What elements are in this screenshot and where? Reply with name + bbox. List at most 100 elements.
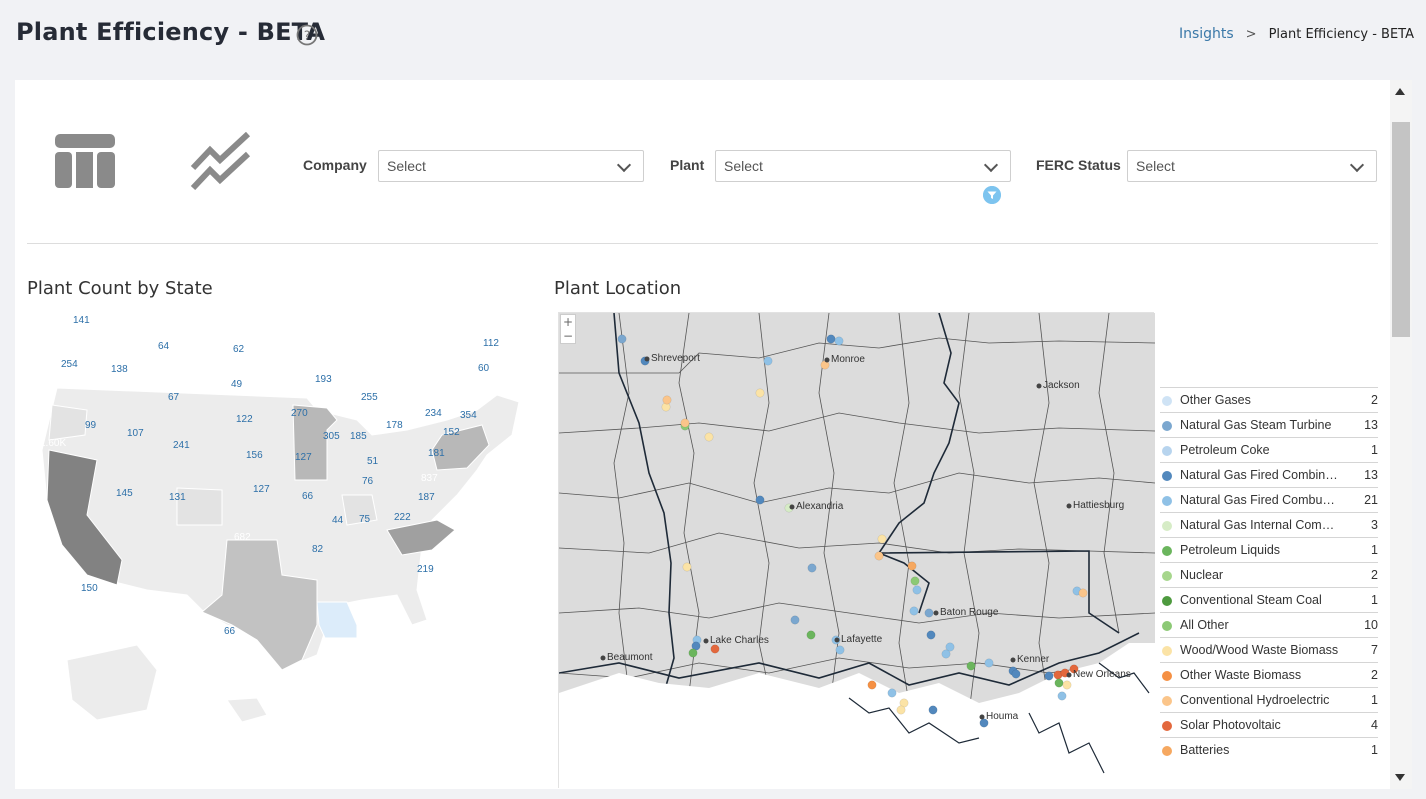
state-count-label: 66 xyxy=(302,491,314,502)
state-count-label: 44 xyxy=(332,515,344,526)
plant-marker[interactable] xyxy=(966,661,976,671)
plant-marker[interactable] xyxy=(1062,680,1072,690)
legend-swatch xyxy=(1162,546,1172,556)
plant-marker[interactable] xyxy=(909,606,919,616)
legend-swatch xyxy=(1162,421,1172,431)
legend-label: All Other xyxy=(1180,618,1229,632)
scroll-down-arrow[interactable] xyxy=(1395,774,1405,781)
state-count-label: 62 xyxy=(233,344,245,355)
state-count-label: 187 xyxy=(418,492,435,503)
breadcrumb-insights-link[interactable]: Insights xyxy=(1179,26,1234,42)
zoom-out-button[interactable]: − xyxy=(561,329,575,343)
plant-marker[interactable] xyxy=(926,630,936,640)
filter-icon[interactable] xyxy=(983,186,1001,204)
legend-label: Batteries xyxy=(1180,743,1230,757)
plant-marker[interactable] xyxy=(1011,669,1021,679)
legend-item[interactable]: Other Waste Biomass 2 xyxy=(1160,662,1378,687)
plant-marker[interactable] xyxy=(710,644,720,654)
company-select[interactable]: Select xyxy=(378,150,644,182)
legend-swatch xyxy=(1162,671,1172,681)
plant-marker[interactable] xyxy=(941,649,951,659)
plant-marker[interactable] xyxy=(682,562,692,572)
chart-view-icon[interactable] xyxy=(190,132,252,190)
legend-swatch xyxy=(1162,446,1172,456)
plant-marker[interactable] xyxy=(755,495,765,505)
city-label: Houma xyxy=(986,711,1019,722)
ferc-status-select[interactable]: Select xyxy=(1127,150,1377,182)
plant-marker[interactable] xyxy=(1057,691,1067,701)
legend-item[interactable]: Natural Gas Fired Combined Cycle 13 xyxy=(1160,462,1378,487)
zoom-controls[interactable]: + − xyxy=(560,314,576,344)
zoom-in-button[interactable]: + xyxy=(561,315,575,329)
legend-label: Petroleum Coke xyxy=(1180,443,1270,457)
plant-marker[interactable] xyxy=(704,432,714,442)
plant-marker[interactable] xyxy=(874,551,884,561)
legend-item[interactable]: Petroleum Liquids 1 xyxy=(1160,537,1378,562)
state-count-label: 193 xyxy=(315,374,332,385)
plant-marker[interactable] xyxy=(835,645,845,655)
legend-label: Other Waste Biomass xyxy=(1180,668,1302,682)
legend-swatch xyxy=(1162,721,1172,731)
state-count-label: 156 xyxy=(246,450,263,461)
plant-marker[interactable] xyxy=(910,576,920,586)
plant-marker[interactable] xyxy=(826,334,836,344)
legend-swatch xyxy=(1162,746,1172,756)
plant-marker[interactable] xyxy=(763,356,773,366)
help-icon[interactable]: ? xyxy=(296,24,318,46)
scrollbar[interactable] xyxy=(1390,80,1412,789)
plant-marker[interactable] xyxy=(834,336,844,346)
plant-marker[interactable] xyxy=(807,563,817,573)
plant-marker[interactable] xyxy=(680,418,690,428)
city-label: Baton Rouge xyxy=(940,607,999,618)
plant-marker[interactable] xyxy=(688,648,698,658)
city-marker xyxy=(644,356,650,362)
scroll-thumb[interactable] xyxy=(1392,122,1410,337)
plant-marker[interactable] xyxy=(662,395,672,405)
plant-marker[interactable] xyxy=(887,688,897,698)
city-label: Lafayette xyxy=(841,634,883,645)
legend-item[interactable]: Natural Gas Steam Turbine 13 xyxy=(1160,412,1378,437)
plant-marker[interactable] xyxy=(617,334,627,344)
table-view-icon[interactable] xyxy=(55,132,115,190)
plant-location-map[interactable]: + − Shreveport Monroe Jackson Alexandria Hat… xyxy=(558,312,1156,790)
legend-count: 1 xyxy=(1371,593,1378,607)
city-label: Monroe xyxy=(831,354,865,365)
legend-item[interactable]: Batteries 1 xyxy=(1160,737,1378,762)
legend-item[interactable]: All Other 10 xyxy=(1160,612,1378,637)
plant-marker[interactable] xyxy=(907,561,917,571)
state-count-label: 138 xyxy=(111,364,128,375)
plant-marker[interactable] xyxy=(1044,671,1054,681)
legend-count: 3 xyxy=(1371,518,1378,532)
plant-marker[interactable] xyxy=(877,534,887,544)
legend-item[interactable]: Conventional Steam Coal 1 xyxy=(1160,587,1378,612)
page-header: Plant Efficiency - BETA ? Insights > Pla… xyxy=(0,0,1426,72)
state-count-label: 75 xyxy=(359,514,371,525)
plant-marker[interactable] xyxy=(928,705,938,715)
plant-marker[interactable] xyxy=(984,658,994,668)
legend-item[interactable]: Petroleum Coke 1 xyxy=(1160,437,1378,462)
plant-marker[interactable] xyxy=(755,388,765,398)
plant-marker[interactable] xyxy=(790,615,800,625)
legend-item[interactable]: Conventional Hydroelectric 1 xyxy=(1160,687,1378,712)
legend-item[interactable]: Wood/Wood Waste Biomass 7 xyxy=(1160,637,1378,662)
plant-marker[interactable] xyxy=(806,630,816,640)
state-count-label: 222 xyxy=(394,512,411,523)
plant-marker[interactable] xyxy=(1054,678,1064,688)
state-count-label: 1.60K xyxy=(40,438,67,449)
legend-item[interactable]: Solar Photovoltaic 4 xyxy=(1160,712,1378,737)
city-marker xyxy=(979,714,985,720)
legend-item[interactable]: Nuclear 2 xyxy=(1160,562,1378,587)
legend-item[interactable]: Natural Gas Internal Combustion Engine 3 xyxy=(1160,512,1378,537)
plant-marker[interactable] xyxy=(896,705,906,715)
plant-select[interactable]: Select xyxy=(715,150,1011,182)
city-marker xyxy=(703,638,709,644)
legend-count: 7 xyxy=(1371,643,1378,657)
plant-marker[interactable] xyxy=(924,608,934,618)
scroll-up-arrow[interactable] xyxy=(1395,88,1405,95)
plant-marker[interactable] xyxy=(912,585,922,595)
state-count-label: 254 xyxy=(61,359,78,370)
plant-marker[interactable] xyxy=(1078,588,1088,598)
legend-item[interactable]: Natural Gas Fired Combustion Turbine 21 xyxy=(1160,487,1378,512)
plant-marker[interactable] xyxy=(867,680,877,690)
legend-item[interactable]: Other Gases 2 xyxy=(1160,387,1378,412)
